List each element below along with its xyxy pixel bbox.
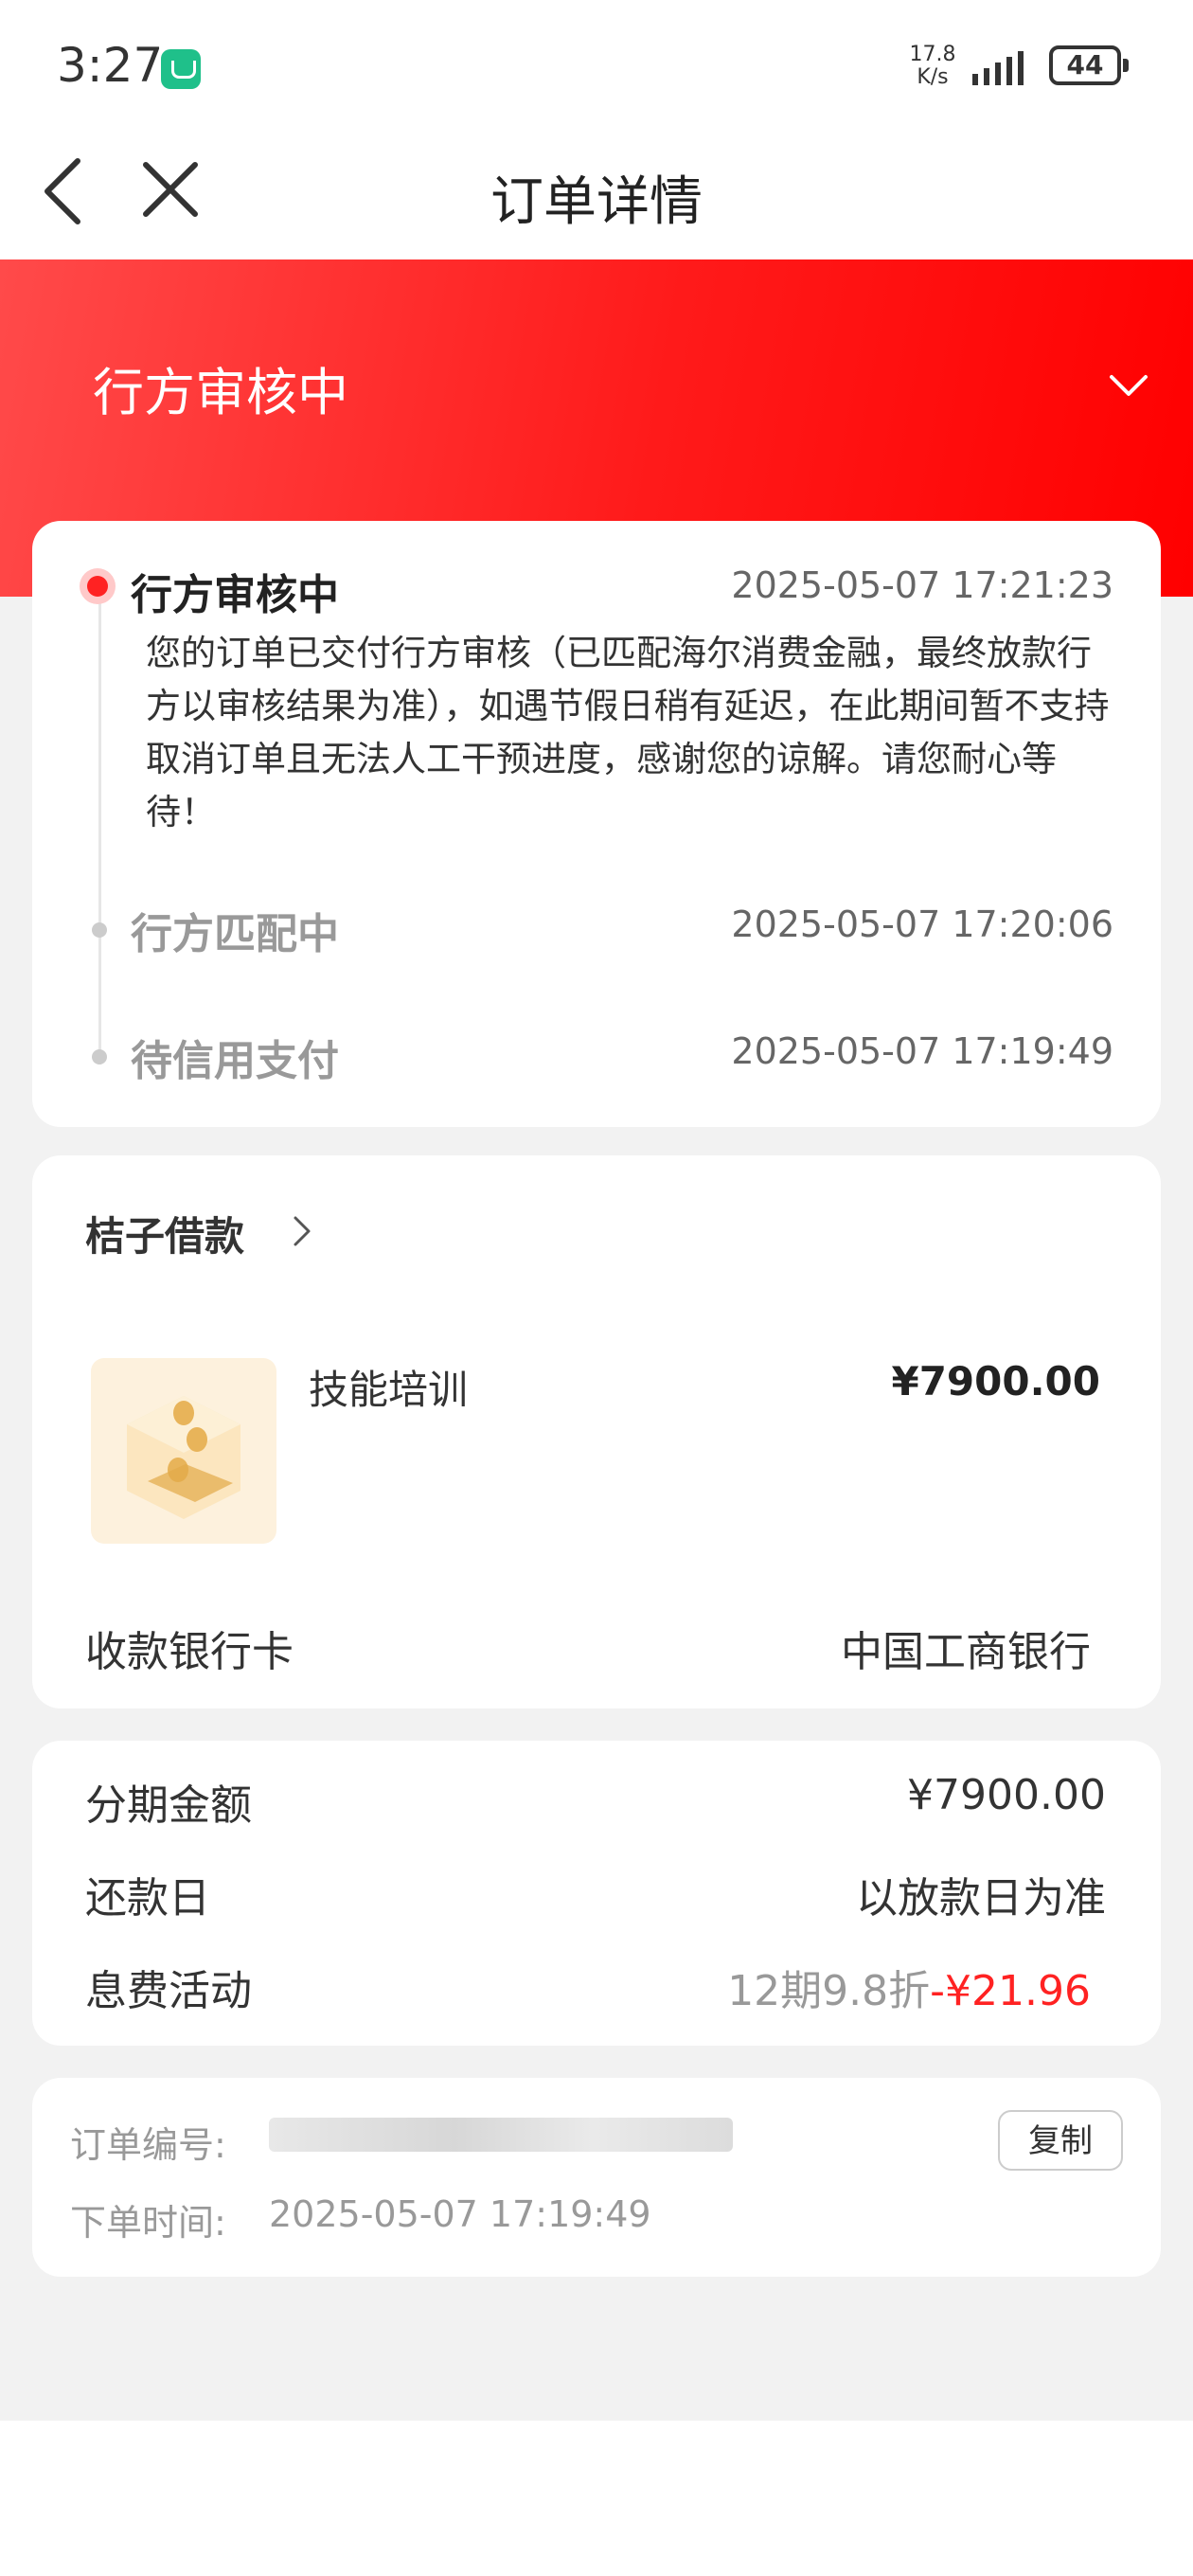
copy-button[interactable]: 复制 (998, 2110, 1123, 2171)
timeline-title-3: 待信用支付 (131, 1037, 339, 1085)
installment-card: 分期金额 ¥7900.00 还款日 以放款日为准 息费活动 12期9.8折-¥2… (32, 1741, 1161, 2046)
order-number-label: 订单编号: (70, 2124, 226, 2166)
timeline-time-3: 2025-05-07 17:19:49 (731, 1030, 1113, 1072)
product-card: 桔子借款 技能培训 ¥7900.00 收款银行卡 中国工商银行 (32, 1155, 1161, 1708)
timeline-dot (92, 922, 107, 938)
timeline-dot (92, 1049, 107, 1064)
fee-promo: 12期9.8折 (727, 1967, 931, 2015)
network-speed-value: 17.8 (909, 43, 956, 66)
timeline-card: 行方审核中 2025-05-07 17:21:23 您的订单已交付行方审核（已匹… (32, 521, 1161, 1127)
fee-discount: -¥21.96 (930, 1967, 1091, 2015)
repay-day-label: 还款日 (85, 1874, 210, 1923)
bank-label: 收款银行卡 (85, 1628, 294, 1676)
chevron-down-icon[interactable] (1108, 371, 1149, 400)
timeline-time-1: 2025-05-07 17:21:23 (731, 564, 1113, 606)
network-speed: 17.8 K/s (904, 44, 961, 89)
amount-value: ¥7900.00 (907, 1771, 1106, 1819)
status-bar: 3:27 17.8 K/s 44 (0, 0, 1193, 133)
order-number-redacted (269, 2118, 733, 2152)
network-speed-unit: K/s (917, 65, 949, 89)
timeline-dot-active (80, 568, 116, 604)
fee-label: 息费活动 (85, 1967, 252, 2015)
timeline-title-1: 行方审核中 (131, 571, 339, 619)
status-time: 3:27 (57, 38, 164, 93)
timeline-description: 您的订单已交付行方审核（已匹配海尔消费金融，最终放款行方以审核结果为准），如遇节… (146, 633, 1110, 832)
page-title: 订单详情 (490, 171, 703, 233)
fee-value: 12期9.8折-¥21.96 (727, 1957, 1091, 2017)
timeline-time-2: 2025-05-07 17:20:06 (731, 903, 1113, 945)
banner-status: 行方审核中 (93, 363, 348, 422)
timeline-line (98, 591, 101, 1064)
bank-value: 中国工商银行 (841, 1628, 1091, 1676)
signal-icon (972, 51, 1024, 85)
product-image (91, 1358, 276, 1544)
timeline-title-2: 行方匹配中 (131, 910, 339, 958)
merchant-name[interactable]: 桔子借款 (85, 1205, 244, 1262)
bottom-area (0, 2421, 1193, 2576)
order-time-label: 下单时间: (70, 2202, 226, 2244)
coin-box-icon (127, 1396, 240, 1519)
product-price: ¥7900.00 (891, 1358, 1100, 1404)
chevron-right-icon[interactable] (292, 1214, 312, 1248)
nav-bar: 订单详情 (0, 133, 1193, 259)
order-card: 订单编号: 复制 下单时间: 2025-05-07 17:19:49 (32, 2078, 1161, 2277)
product-name: 技能培训 (309, 1367, 469, 1413)
battery-icon: 44 (1049, 45, 1129, 85)
app-notification-icon (161, 49, 201, 89)
amount-label: 分期金额 (85, 1781, 252, 1830)
order-time-value: 2025-05-07 17:19:49 (269, 2193, 651, 2235)
repay-day-value: 以放款日为准 (856, 1874, 1106, 1923)
